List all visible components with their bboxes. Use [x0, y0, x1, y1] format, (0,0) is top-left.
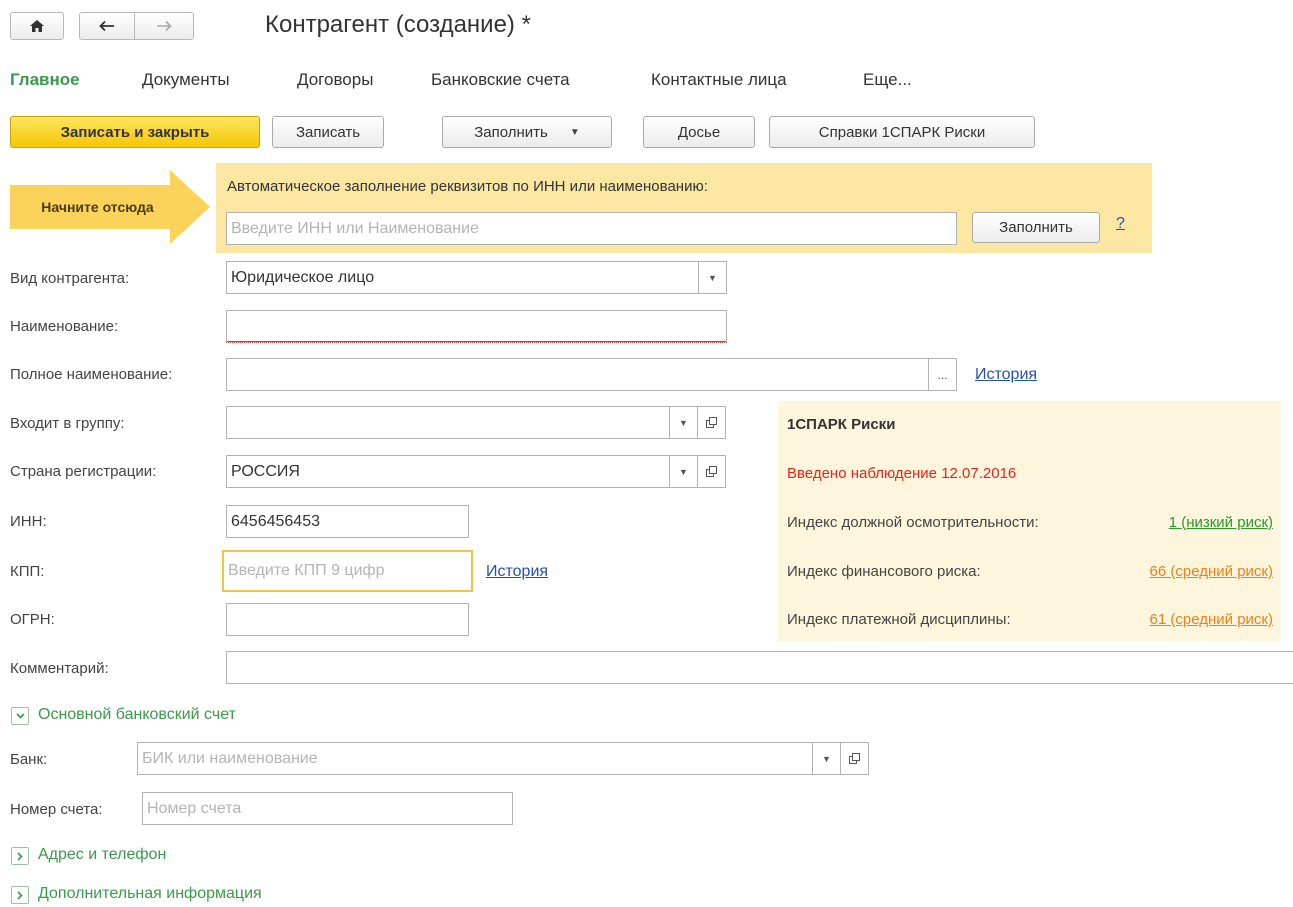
bank-label: Банк: — [10, 751, 48, 768]
tab-bank-accounts[interactable]: Банковские счета — [431, 70, 570, 90]
chevron-down-icon: ▼ — [679, 466, 688, 477]
financial-risk-label: Индекс финансового риска: — [787, 563, 981, 580]
tab-more[interactable]: Еще... — [863, 70, 912, 90]
full-name-label: Полное наименование: — [10, 366, 173, 383]
country-label: Страна регистрации: — [10, 463, 157, 480]
payment-discipline-label: Индекс платежной дисциплины: — [787, 611, 1011, 628]
save-button[interactable]: Записать — [272, 116, 384, 148]
inn-label: ИНН: — [10, 513, 47, 530]
bank-section-title[interactable]: Основной банковский счет — [38, 706, 236, 724]
full-name-input[interactable] — [226, 358, 929, 391]
spark-label: Справки 1СПАРК Риски — [818, 123, 986, 141]
tab-contacts[interactable]: Контактные лица — [651, 70, 787, 90]
dossier-button[interactable]: Досье — [643, 116, 755, 148]
kpp-history-link[interactable]: История — [486, 563, 548, 581]
group-open-button[interactable] — [697, 406, 726, 439]
additional-section-title[interactable]: Дополнительная информация — [38, 885, 262, 903]
chevron-down-icon: ▼ — [822, 753, 831, 764]
save-label: Записать — [295, 123, 361, 141]
payment-discipline-value[interactable]: 61 (средний риск) — [1150, 611, 1273, 628]
home-icon — [30, 20, 44, 32]
group-select[interactable] — [226, 406, 670, 439]
open-window-icon — [849, 753, 860, 764]
arrow-right-icon — [157, 20, 172, 32]
chevron-down-icon: ▼ — [679, 417, 688, 428]
chevron-right-icon — [17, 890, 23, 900]
back-button[interactable] — [79, 12, 135, 40]
risk-alert: Введено наблюдение 12.07.2016 — [787, 465, 1017, 482]
type-dropdown-button[interactable]: ▼ — [698, 261, 727, 294]
risk-title: 1СПАРК Риски — [787, 416, 896, 433]
type-select[interactable]: Юридическое лицо — [226, 261, 699, 294]
bank-section-toggle[interactable] — [11, 707, 29, 725]
help-link[interactable]: ? — [1116, 215, 1125, 233]
kpp-label: КПП: — [10, 563, 45, 580]
address-section-title[interactable]: Адрес и телефон — [38, 846, 166, 864]
chevron-right-icon — [17, 851, 23, 861]
home-button[interactable] — [10, 12, 64, 40]
spark-button[interactable]: Справки 1СПАРК Риски — [769, 116, 1035, 148]
tab-main[interactable]: Главное — [10, 70, 80, 90]
chevron-down-icon — [15, 713, 25, 719]
ellipsis-icon: ... — [937, 367, 948, 382]
additional-section-toggle[interactable] — [11, 886, 29, 904]
country-select[interactable]: РОССИЯ — [226, 455, 670, 488]
ogrn-input[interactable] — [226, 603, 469, 636]
type-value: Юридическое лицо — [231, 269, 375, 286]
bank-open-button[interactable] — [840, 742, 869, 775]
autofill-label: Автоматическое заполнение реквизитов по … — [227, 178, 708, 195]
due-diligence-value[interactable]: 1 (низкий риск) — [1169, 514, 1273, 531]
save-and-close-label: Записать и закрыть — [60, 123, 210, 141]
autofill-fill-button[interactable]: Заполнить — [972, 212, 1100, 243]
due-diligence-label: Индекс должной осмотрительности: — [787, 514, 1039, 531]
ogrn-label: ОГРН: — [10, 611, 55, 628]
country-open-button[interactable] — [697, 455, 726, 488]
forward-button[interactable] — [134, 12, 194, 40]
arrow-left-icon — [99, 20, 114, 32]
comment-input[interactable] — [226, 651, 1293, 684]
full-name-history-link[interactable]: История — [975, 366, 1037, 384]
group-dropdown-button[interactable]: ▼ — [669, 406, 698, 439]
country-value: РОССИЯ — [231, 463, 300, 480]
dossier-label: Досье — [677, 123, 721, 141]
open-window-icon — [706, 466, 717, 477]
tab-documents[interactable]: Документы — [142, 70, 230, 90]
save-and-close-button[interactable]: Записать и закрыть — [10, 116, 260, 148]
country-dropdown-button[interactable]: ▼ — [669, 455, 698, 488]
account-input[interactable] — [142, 792, 513, 825]
chevron-down-icon: ▼ — [708, 272, 717, 283]
window-title: Контрагент (создание) * — [265, 11, 531, 38]
comment-label: Комментарий: — [10, 660, 109, 677]
name-input[interactable] — [226, 310, 727, 343]
account-label: Номер счета: — [10, 801, 103, 818]
kpp-input[interactable] — [222, 550, 473, 592]
address-section-toggle[interactable] — [11, 847, 29, 865]
type-label: Вид контрагента: — [10, 270, 130, 287]
inn-input[interactable] — [226, 505, 469, 538]
bank-input[interactable] — [137, 742, 813, 775]
group-label: Входит в группу: — [10, 415, 125, 432]
open-window-icon — [706, 417, 717, 428]
name-label: Наименование: — [10, 318, 119, 335]
autofill-input[interactable] — [226, 212, 957, 245]
bank-dropdown-button[interactable]: ▼ — [812, 742, 841, 775]
chevron-down-icon: ▼ — [569, 126, 580, 138]
fill-label: Заполнить — [474, 123, 548, 141]
start-here-label: Начните отсюда — [41, 199, 154, 215]
full-name-edit-button[interactable]: ... — [928, 358, 957, 391]
financial-risk-value[interactable]: 66 (средний риск) — [1150, 563, 1273, 580]
tab-contracts[interactable]: Договоры — [297, 70, 373, 90]
autofill-fill-label: Заполнить — [999, 219, 1073, 236]
fill-button[interactable]: Заполнить ▼ — [442, 116, 612, 148]
